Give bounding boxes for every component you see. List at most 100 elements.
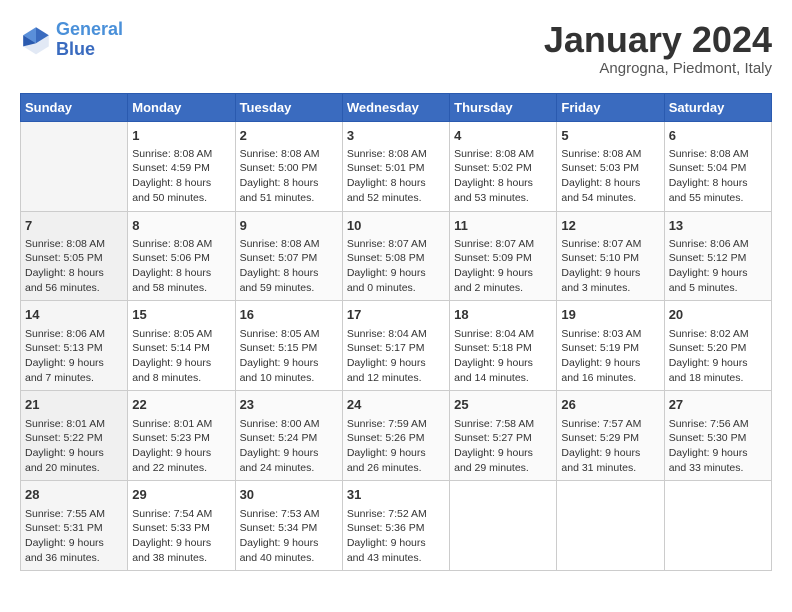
day-info: Sunrise: 7:55 AM Sunset: 5:31 PM Dayligh… — [25, 507, 123, 566]
calendar-cell: 25 Sunrise: 7:58 AM Sunset: 5:27 PM Dayli… — [450, 391, 557, 481]
month-title: January 2024 — [544, 20, 772, 60]
calendar-cell: 8 Sunrise: 8:08 AM Sunset: 5:06 PM Daylig… — [128, 211, 235, 301]
calendar-cell: 1 Sunrise: 8:08 AM Sunset: 4:59 PM Daylig… — [128, 121, 235, 211]
day-info: Sunrise: 8:08 AM Sunset: 5:05 PM Dayligh… — [25, 237, 123, 296]
weekday-header-wednesday: Wednesday — [342, 93, 449, 121]
calendar-table: SundayMondayTuesdayWednesdayThursdayFrid… — [20, 93, 772, 572]
day-info: Sunrise: 8:08 AM Sunset: 5:06 PM Dayligh… — [132, 237, 230, 296]
calendar-cell: 16 Sunrise: 8:05 AM Sunset: 5:15 PM Dayli… — [235, 301, 342, 391]
weekday-header-thursday: Thursday — [450, 93, 557, 121]
weekday-header-friday: Friday — [557, 93, 664, 121]
day-number: 24 — [347, 396, 445, 414]
day-info: Sunrise: 8:08 AM Sunset: 5:00 PM Dayligh… — [240, 147, 338, 206]
day-number: 25 — [454, 396, 552, 414]
weekday-header-monday: Monday — [128, 93, 235, 121]
day-info: Sunrise: 8:05 AM Sunset: 5:14 PM Dayligh… — [132, 327, 230, 386]
day-info: Sunrise: 7:58 AM Sunset: 5:27 PM Dayligh… — [454, 417, 552, 476]
day-number: 2 — [240, 127, 338, 145]
page-header: General Blue January 2024 Angrogna, Pied… — [20, 20, 772, 77]
calendar-cell — [664, 481, 771, 571]
day-info: Sunrise: 8:05 AM Sunset: 5:15 PM Dayligh… — [240, 327, 338, 386]
day-number: 5 — [561, 127, 659, 145]
calendar-cell: 14Sunrise: 8:06 AM Sunset: 5:13 PM Dayli… — [21, 301, 128, 391]
day-number: 21 — [25, 396, 123, 414]
day-number: 18 — [454, 306, 552, 324]
day-number: 29 — [132, 486, 230, 504]
calendar-cell: 10Sunrise: 8:07 AM Sunset: 5:08 PM Dayli… — [342, 211, 449, 301]
weekday-header-sunday: Sunday — [21, 93, 128, 121]
calendar-week-row: 28Sunrise: 7:55 AM Sunset: 5:31 PM Dayli… — [21, 481, 772, 571]
calendar-header: SundayMondayTuesdayWednesdayThursdayFrid… — [21, 93, 772, 121]
calendar-week-row: 21 Sunrise: 8:01 AM Sunset: 5:22 PM Dayli… — [21, 391, 772, 481]
day-info: Sunrise: 7:56 AM Sunset: 5:30 PM Dayligh… — [669, 417, 767, 476]
day-number: 9 — [240, 217, 338, 235]
day-info: Sunrise: 7:57 AM Sunset: 5:29 PM Dayligh… — [561, 417, 659, 476]
day-info: Sunrise: 8:02 AM Sunset: 5:20 PM Dayligh… — [669, 327, 767, 386]
day-number: 30 — [240, 486, 338, 504]
day-info: Sunrise: 8:08 AM Sunset: 5:04 PM Dayligh… — [669, 147, 767, 206]
calendar-cell: 6Sunrise: 8:08 AM Sunset: 5:04 PM Daylig… — [664, 121, 771, 211]
calendar-cell: 4Sunrise: 8:08 AM Sunset: 5:02 PM Daylig… — [450, 121, 557, 211]
day-info: Sunrise: 8:07 AM Sunset: 5:10 PM Dayligh… — [561, 237, 659, 296]
calendar-cell: 29Sunrise: 7:54 AM Sunset: 5:33 PM Dayli… — [128, 481, 235, 571]
calendar-week-row: 7Sunrise: 8:08 AM Sunset: 5:05 PM Daylig… — [21, 211, 772, 301]
calendar-cell: 21 Sunrise: 8:01 AM Sunset: 5:22 PM Dayli… — [21, 391, 128, 481]
day-info: Sunrise: 8:08 AM Sunset: 4:59 PM Dayligh… — [132, 147, 230, 206]
day-number: 17 — [347, 306, 445, 324]
calendar-cell: 2 Sunrise: 8:08 AM Sunset: 5:00 PM Daylig… — [235, 121, 342, 211]
weekday-header-row: SundayMondayTuesdayWednesdayThursdayFrid… — [21, 93, 772, 121]
calendar-cell: 27 Sunrise: 7:56 AM Sunset: 5:30 PM Dayli… — [664, 391, 771, 481]
calendar-cell: 15 Sunrise: 8:05 AM Sunset: 5:14 PM Dayli… — [128, 301, 235, 391]
location-subtitle: Angrogna, Piedmont, Italy — [544, 60, 772, 77]
calendar-cell: 31Sunrise: 7:52 AM Sunset: 5:36 PM Dayli… — [342, 481, 449, 571]
day-number: 22 — [132, 396, 230, 414]
day-info: Sunrise: 7:59 AM Sunset: 5:26 PM Dayligh… — [347, 417, 445, 476]
day-info: Sunrise: 8:08 AM Sunset: 5:03 PM Dayligh… — [561, 147, 659, 206]
calendar-cell: 5 Sunrise: 8:08 AM Sunset: 5:03 PM Daylig… — [557, 121, 664, 211]
day-number: 3 — [347, 127, 445, 145]
logo-text: General Blue — [56, 20, 123, 60]
day-info: Sunrise: 8:07 AM Sunset: 5:08 PM Dayligh… — [347, 237, 445, 296]
day-info: Sunrise: 8:08 AM Sunset: 5:07 PM Dayligh… — [240, 237, 338, 296]
calendar-cell — [21, 121, 128, 211]
day-info: Sunrise: 8:03 AM Sunset: 5:19 PM Dayligh… — [561, 327, 659, 386]
calendar-cell: 7Sunrise: 8:08 AM Sunset: 5:05 PM Daylig… — [21, 211, 128, 301]
day-info: Sunrise: 7:53 AM Sunset: 5:34 PM Dayligh… — [240, 507, 338, 566]
calendar-cell: 28Sunrise: 7:55 AM Sunset: 5:31 PM Dayli… — [21, 481, 128, 571]
day-info: Sunrise: 8:04 AM Sunset: 5:18 PM Dayligh… — [454, 327, 552, 386]
calendar-cell: 24 Sunrise: 7:59 AM Sunset: 5:26 PM Dayli… — [342, 391, 449, 481]
day-info: Sunrise: 8:00 AM Sunset: 5:24 PM Dayligh… — [240, 417, 338, 476]
day-info: Sunrise: 8:01 AM Sunset: 5:22 PM Dayligh… — [25, 417, 123, 476]
day-number: 19 — [561, 306, 659, 324]
day-number: 26 — [561, 396, 659, 414]
day-number: 12 — [561, 217, 659, 235]
day-number: 20 — [669, 306, 767, 324]
calendar-cell: 20 Sunrise: 8:02 AM Sunset: 5:20 PM Dayli… — [664, 301, 771, 391]
calendar-cell: 9 Sunrise: 8:08 AM Sunset: 5:07 PM Daylig… — [235, 211, 342, 301]
day-number: 16 — [240, 306, 338, 324]
calendar-cell: 3 Sunrise: 8:08 AM Sunset: 5:01 PM Daylig… — [342, 121, 449, 211]
title-block: January 2024 Angrogna, Piedmont, Italy — [544, 20, 772, 77]
day-info: Sunrise: 8:08 AM Sunset: 5:01 PM Dayligh… — [347, 147, 445, 206]
calendar-cell — [557, 481, 664, 571]
day-info: Sunrise: 8:04 AM Sunset: 5:17 PM Dayligh… — [347, 327, 445, 386]
day-number: 1 — [132, 127, 230, 145]
weekday-header-saturday: Saturday — [664, 93, 771, 121]
calendar-cell: 17 Sunrise: 8:04 AM Sunset: 5:17 PM Dayli… — [342, 301, 449, 391]
day-number: 15 — [132, 306, 230, 324]
day-number: 11 — [454, 217, 552, 235]
day-number: 4 — [454, 127, 552, 145]
calendar-cell: 11Sunrise: 8:07 AM Sunset: 5:09 PM Dayli… — [450, 211, 557, 301]
logo: General Blue — [20, 20, 123, 60]
calendar-cell: 18 Sunrise: 8:04 AM Sunset: 5:18 PM Dayli… — [450, 301, 557, 391]
logo-icon — [20, 24, 52, 56]
calendar-cell — [450, 481, 557, 571]
day-number: 14 — [25, 306, 123, 324]
day-number: 27 — [669, 396, 767, 414]
calendar-cell: 22Sunrise: 8:01 AM Sunset: 5:23 PM Dayli… — [128, 391, 235, 481]
calendar-cell: 19 Sunrise: 8:03 AM Sunset: 5:19 PM Dayli… — [557, 301, 664, 391]
weekday-header-tuesday: Tuesday — [235, 93, 342, 121]
day-number: 31 — [347, 486, 445, 504]
calendar-cell: 23Sunrise: 8:00 AM Sunset: 5:24 PM Dayli… — [235, 391, 342, 481]
day-number: 8 — [132, 217, 230, 235]
